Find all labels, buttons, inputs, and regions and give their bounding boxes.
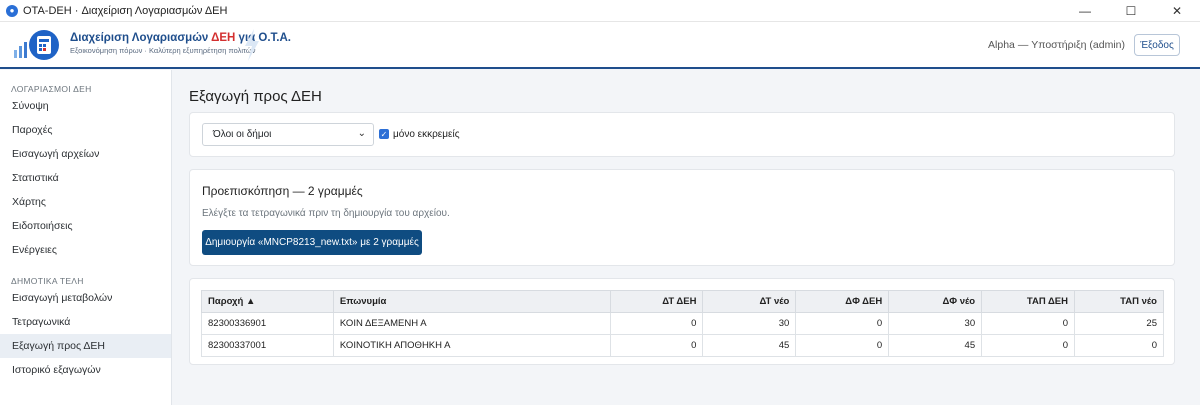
col-header-df-deh[interactable]: ΔΦ ΔΕΗ bbox=[795, 290, 890, 313]
sidebar: ΛΟΓΑΡΙΑΣΜΟΙ ΔΕΗ Σύνοψη Παροχές Εισαγωγή … bbox=[0, 70, 172, 405]
table-row: 82300337001 ΚΟΙΝΟΤΙΚΗ ΑΠΟΘΗΚΗ Α 0 45 0 4… bbox=[201, 334, 1164, 357]
table-card: Παροχή ▲ Επωνυμία ΔΤ ΔΕΗ ΔΤ νέο ΔΦ ΔΕΗ Δ… bbox=[189, 278, 1175, 365]
col-header-dt-deh[interactable]: ΔΤ ΔΕΗ bbox=[609, 290, 704, 313]
preview-title: Προεπισκόπηση — 2 γραμμές bbox=[202, 184, 363, 198]
window-title: OTA-DEH · Διαχείριση Λογαριασμών ΔΕΗ bbox=[23, 4, 228, 17]
main-content: Εξαγωγή προς ΔΕΗ Όλοι οι δήμοι ⌄ ✓ μόνο … bbox=[173, 70, 1200, 405]
cell-tap-deh: 0 bbox=[981, 312, 1075, 335]
export-table: Παροχή ▲ Επωνυμία ΔΤ ΔΕΗ ΔΤ νέο ΔΦ ΔΕΗ Δ… bbox=[201, 290, 1164, 357]
preview-hint: Ελέγξτε τα τετραγωνικά πριν τη δημιουργί… bbox=[202, 208, 450, 219]
col-header-tap-deh[interactable]: ΤΑΠ ΔΕΗ bbox=[981, 290, 1075, 313]
app-icon: ● bbox=[6, 4, 18, 17]
sidebar-item-notifications[interactable]: Ειδοποιήσεις bbox=[0, 214, 171, 238]
page-title: Εξαγωγή προς ΔΕΗ bbox=[189, 88, 322, 105]
sidebar-item-actions[interactable]: Ενέργειες bbox=[0, 238, 171, 262]
cell-name: ΚΟΙΝΟΤΙΚΗ ΑΠΟΘΗΚΗ Α bbox=[332, 334, 611, 357]
cell-df-new: 45 bbox=[888, 334, 983, 357]
sidebar-item-import-files[interactable]: Εισαγωγή αρχείων bbox=[0, 142, 171, 166]
cell-df-new: 30 bbox=[888, 312, 983, 335]
minimize-icon[interactable]: — bbox=[1062, 0, 1108, 22]
table-header-row: Παροχή ▲ Επωνυμία ΔΤ ΔΕΗ ΔΤ νέο ΔΦ ΔΕΗ Δ… bbox=[201, 290, 1164, 313]
sidebar-section-municipal-fees: ΔΗΜΟΤΙΚΑ ΤΕΛΗ bbox=[11, 276, 84, 286]
sidebar-item-import-changes[interactable]: Εισαγωγή μεταβολών bbox=[0, 286, 171, 310]
create-file-button[interactable]: Δημιουργία «MNCP8213_new.txt» με 2 γραμμ… bbox=[202, 230, 422, 255]
current-user: Alpha — Υποστήριξη (admin) bbox=[988, 39, 1125, 51]
sidebar-item-export-to-deh[interactable]: Εξαγωγή προς ΔΕΗ bbox=[0, 334, 171, 358]
cell-supply: 82300337001 bbox=[201, 334, 334, 357]
col-header-supply[interactable]: Παροχή ▲ bbox=[201, 290, 334, 313]
close-icon[interactable]: ✕ bbox=[1154, 0, 1200, 22]
cell-tap-new: 0 bbox=[1074, 334, 1164, 357]
preview-card: Προεπισκόπηση — 2 γραμμές Ελέγξτε τα τετ… bbox=[189, 169, 1175, 266]
cell-name: ΚΟΙΝ ΔΕΞΑΜΕΝΗ Α bbox=[332, 312, 611, 335]
cell-dt-deh: 0 bbox=[609, 334, 704, 357]
maximize-icon[interactable]: ☐ bbox=[1108, 0, 1154, 22]
window-titlebar: ● OTA-DEH · Διαχείριση Λογαριασμών ΔΕΗ —… bbox=[0, 0, 1200, 22]
col-header-df-new[interactable]: ΔΦ νέο bbox=[888, 290, 983, 313]
municipality-select[interactable]: Όλοι οι δήμοι ⌄ bbox=[202, 123, 374, 146]
cell-dt-new: 45 bbox=[702, 334, 797, 357]
cell-tap-deh: 0 bbox=[981, 334, 1075, 357]
municipality-select-value: Όλοι οι δήμοι bbox=[213, 129, 272, 140]
filters-card: Όλοι οι δήμοι ⌄ ✓ μόνο εκκρεμείς bbox=[189, 112, 1175, 157]
cell-dt-new: 30 bbox=[702, 312, 797, 335]
chevron-down-icon: ⌄ bbox=[357, 128, 366, 139]
sidebar-item-square-meters[interactable]: Τετραγωνικά bbox=[0, 310, 171, 334]
logout-button[interactable]: Έξοδος bbox=[1134, 34, 1180, 56]
sidebar-item-supplies[interactable]: Παροχές bbox=[0, 118, 171, 142]
logo-icon bbox=[14, 30, 59, 60]
sidebar-item-summary[interactable]: Σύνοψη bbox=[0, 94, 171, 118]
pending-only-label[interactable]: μόνο εκκρεμείς bbox=[393, 129, 460, 140]
app-header: Διαχείριση Λογαριασμών ΔΕΗ για Ο.Τ.Α. Εξ… bbox=[0, 22, 1200, 69]
cell-supply: 82300336901 bbox=[201, 312, 334, 335]
col-header-dt-new[interactable]: ΔΤ νέο bbox=[702, 290, 797, 313]
sidebar-item-map[interactable]: Χάρτης bbox=[0, 190, 171, 214]
sidebar-item-export-history[interactable]: Ιστορικό εξαγωγών bbox=[0, 358, 171, 382]
table-row: 82300336901 ΚΟΙΝ ΔΕΞΑΜΕΝΗ Α 0 30 0 30 0 … bbox=[201, 312, 1164, 335]
cell-df-deh: 0 bbox=[795, 334, 890, 357]
window-controls: — ☐ ✕ bbox=[1062, 0, 1200, 22]
lightning-icon bbox=[245, 29, 259, 61]
cell-df-deh: 0 bbox=[795, 312, 890, 335]
sidebar-section-accounts: ΛΟΓΑΡΙΑΣΜΟΙ ΔΕΗ bbox=[11, 84, 92, 94]
sidebar-item-statistics[interactable]: Στατιστικά bbox=[0, 166, 171, 190]
col-header-name[interactable]: Επωνυμία bbox=[332, 290, 611, 313]
cell-dt-deh: 0 bbox=[609, 312, 704, 335]
pending-only-checkbox[interactable]: ✓ bbox=[379, 129, 389, 139]
cell-tap-new: 25 bbox=[1074, 312, 1164, 335]
col-header-tap-new[interactable]: ΤΑΠ νέο bbox=[1074, 290, 1164, 313]
